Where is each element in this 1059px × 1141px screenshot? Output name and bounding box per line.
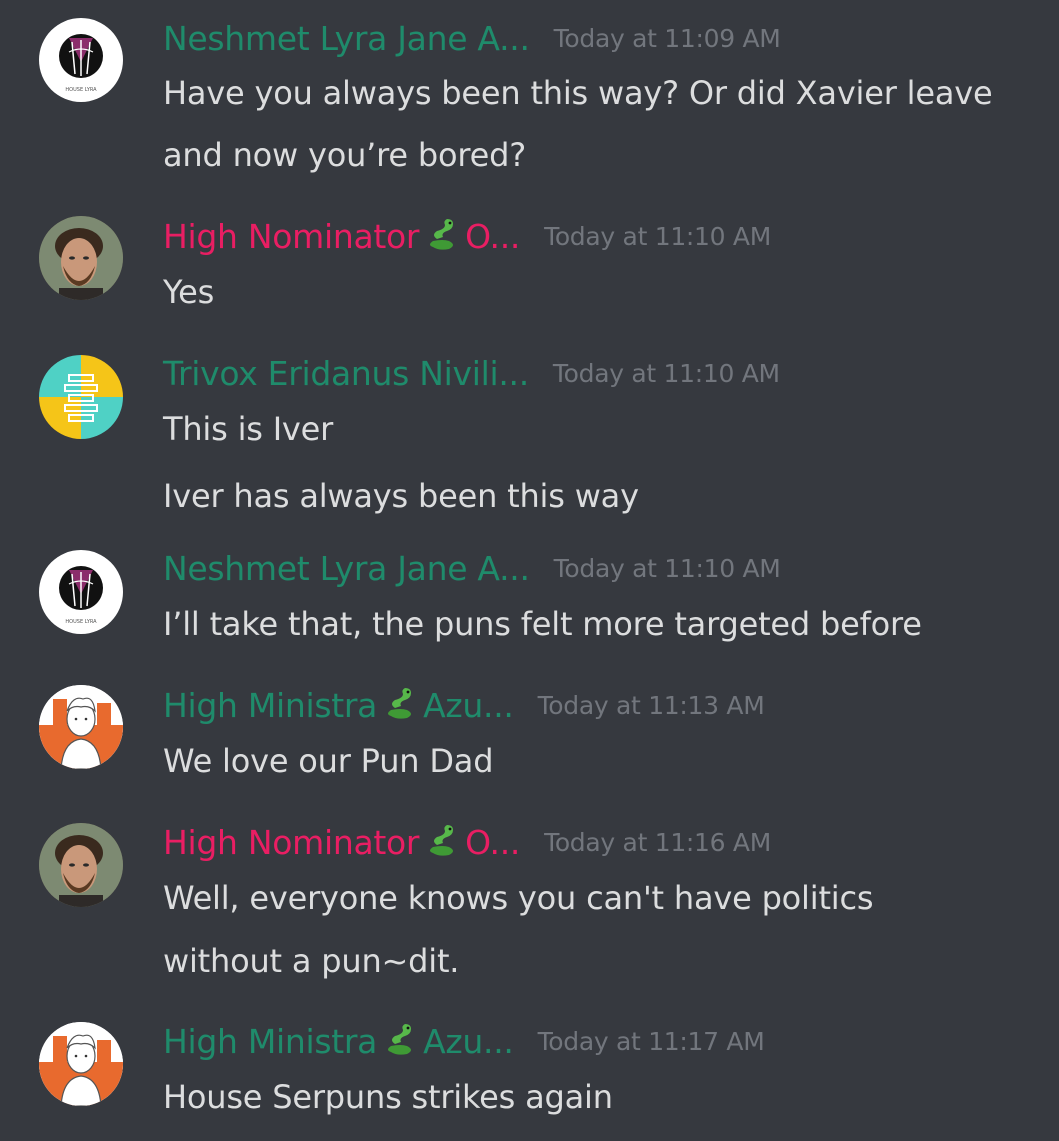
username-prefix[interactable]: High Nominator xyxy=(163,823,419,862)
avatar[interactable] xyxy=(39,685,123,769)
message-text: Have you always been this way? Or did Xa… xyxy=(163,74,993,112)
timestamp[interactable]: Today at 11:10 AM xyxy=(554,554,781,583)
timestamp[interactable]: Today at 11:17 AM xyxy=(538,1027,765,1056)
avatar[interactable] xyxy=(39,823,123,907)
message-text: House Serpuns strikes again xyxy=(163,1078,613,1116)
username[interactable]: Neshmet Lyra Jane A... xyxy=(163,549,530,588)
avatar-caption: HOUSE LYRA xyxy=(65,619,97,625)
timestamp[interactable]: Today at 11:10 AM xyxy=(544,222,771,251)
message-text: I’ll take that, the puns felt more targe… xyxy=(163,605,922,643)
username-suffix[interactable]: O... xyxy=(465,823,520,862)
message-text: Iver has always been this way xyxy=(163,477,639,515)
avatar[interactable] xyxy=(39,355,123,439)
message-header: High Ministra Azu... Today at 11:17 AM xyxy=(163,1016,765,1066)
teal-yellow-emblem-icon xyxy=(39,355,123,439)
message-text: and now you’re bored? xyxy=(163,136,526,174)
avatar[interactable]: HOUSE LYRA xyxy=(39,18,123,102)
timestamp[interactable]: Today at 11:16 AM xyxy=(544,828,771,857)
username[interactable]: Trivox Eridanus Nivili... xyxy=(163,354,529,393)
snake-emoji-icon xyxy=(423,215,461,257)
message-text: This is Iver xyxy=(163,410,334,448)
snake-emoji-icon xyxy=(381,1020,419,1062)
message-text: without a pun~dit. xyxy=(163,942,460,980)
username-suffix[interactable]: O... xyxy=(465,217,520,256)
avatar-caption: HOUSE LYRA xyxy=(65,87,97,93)
house-lyra-logo-icon: HOUSE LYRA xyxy=(59,34,103,93)
message-header: Neshmet Lyra Jane A... Today at 11:10 AM xyxy=(163,543,781,593)
bearded-man-portrait-icon xyxy=(39,823,123,907)
timestamp[interactable]: Today at 11:13 AM xyxy=(538,691,765,720)
username-prefix[interactable]: High Ministra xyxy=(163,686,377,725)
message-header: High Ministra Azu... Today at 11:13 AM xyxy=(163,680,765,730)
avatar[interactable]: HOUSE LYRA xyxy=(39,550,123,634)
message-header: High Nominator O... Today at 11:16 AM xyxy=(163,817,771,867)
message-header: Trivox Eridanus Nivili... Today at 11:10… xyxy=(163,348,780,398)
username[interactable]: Neshmet Lyra Jane A... xyxy=(163,19,530,58)
bearded-man-portrait-icon xyxy=(39,216,123,300)
username-prefix[interactable]: High Nominator xyxy=(163,217,419,256)
cartoon-person-portrait-icon xyxy=(39,1022,123,1106)
timestamp[interactable]: Today at 11:10 AM xyxy=(553,359,780,388)
avatar[interactable] xyxy=(39,216,123,300)
username-prefix[interactable]: High Ministra xyxy=(163,1022,377,1061)
timestamp[interactable]: Today at 11:09 AM xyxy=(554,24,781,53)
message-text: Yes xyxy=(163,273,215,311)
snake-emoji-icon xyxy=(423,821,461,863)
message-text: Well, everyone knows you can't have poli… xyxy=(163,879,874,917)
message-header: High Nominator O... Today at 11:10 AM xyxy=(163,211,771,261)
avatar[interactable] xyxy=(39,1022,123,1106)
cartoon-person-portrait-icon xyxy=(39,685,123,769)
message-header: Neshmet Lyra Jane A... Today at 11:09 AM xyxy=(163,13,781,63)
message-text: We love our Pun Dad xyxy=(163,742,494,780)
snake-emoji-icon xyxy=(381,684,419,726)
username-suffix[interactable]: Azu... xyxy=(423,686,514,725)
house-lyra-logo-icon: HOUSE LYRA xyxy=(59,566,103,625)
username-suffix[interactable]: Azu... xyxy=(423,1022,514,1061)
